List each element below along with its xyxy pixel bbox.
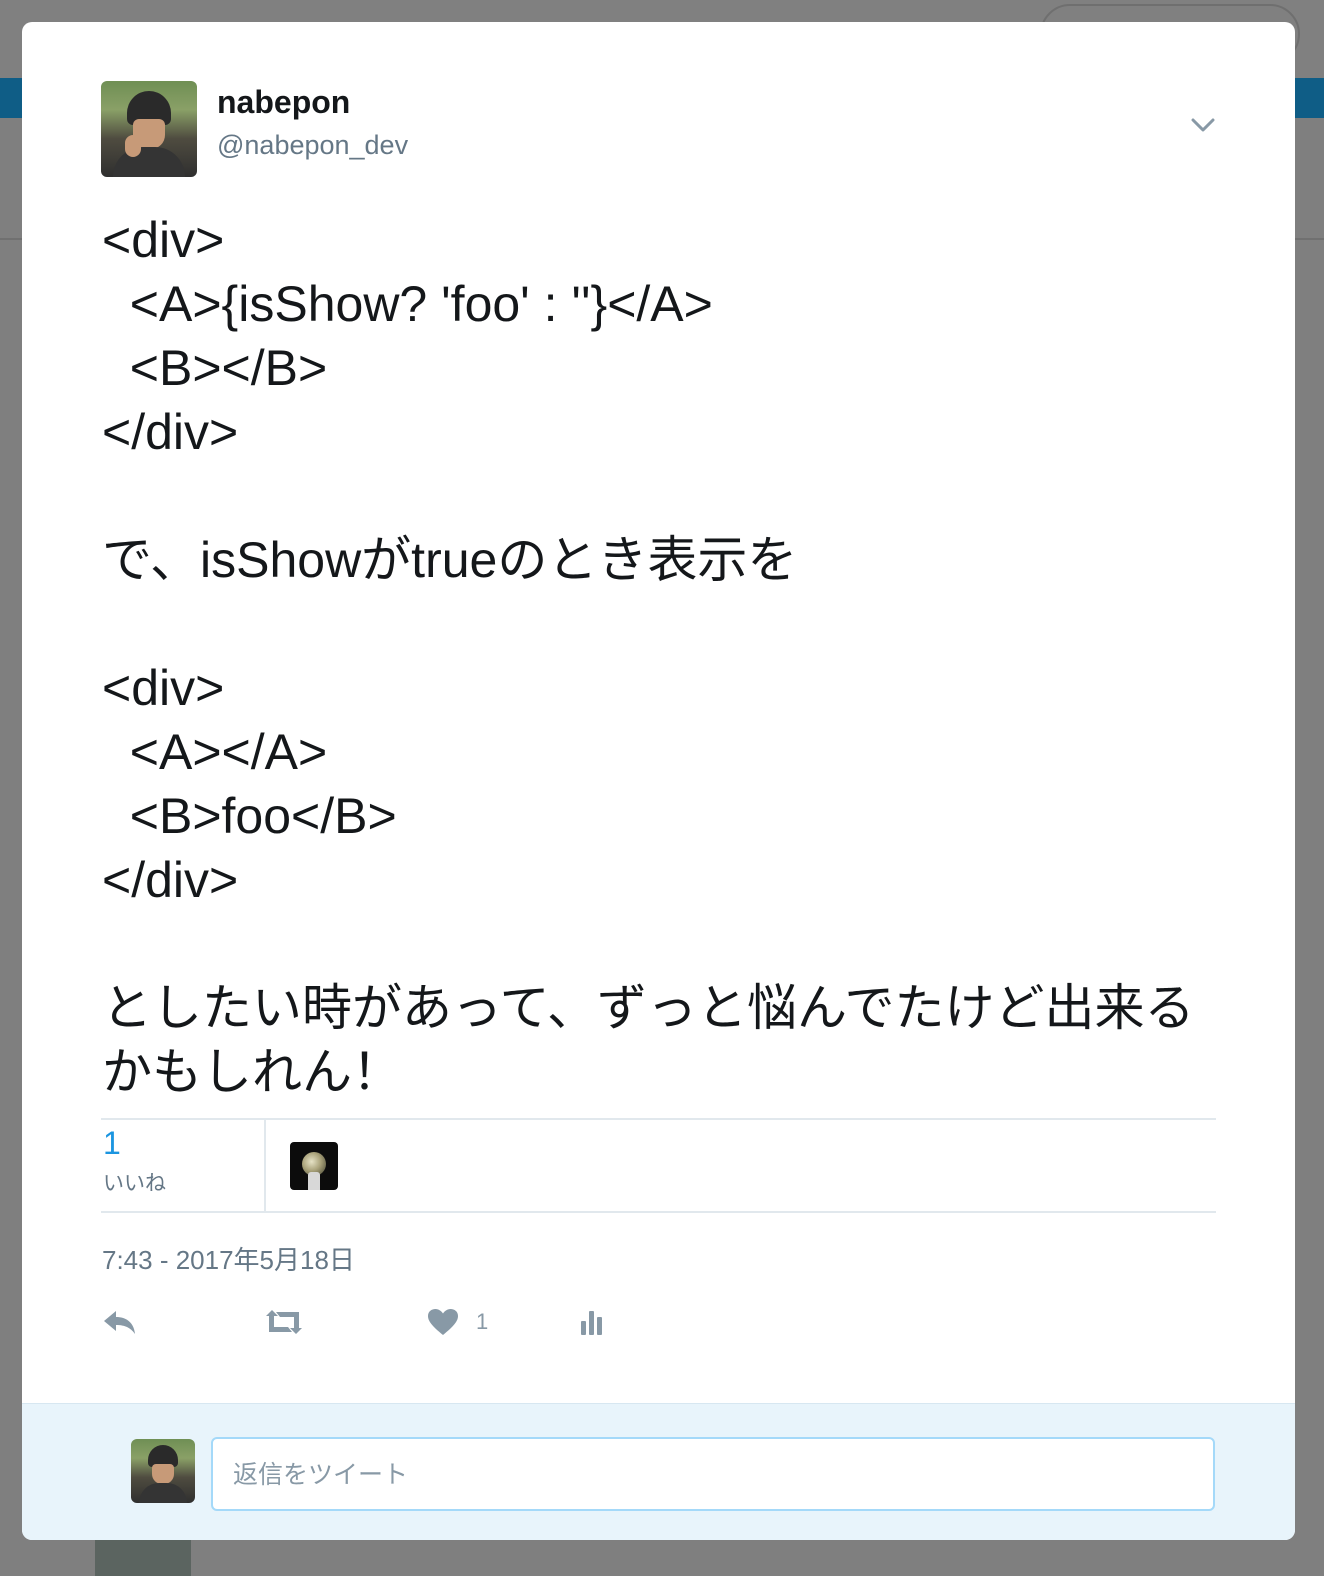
retweet-icon [266,1310,302,1334]
reply-icon [104,1311,135,1334]
reply-button[interactable] [102,1304,138,1340]
heart-icon [428,1309,458,1335]
author-handle[interactable]: @nabepon_dev [217,130,408,161]
reply-composer [22,1403,1295,1540]
analytics-button[interactable] [578,1304,606,1340]
retweet-button[interactable] [262,1304,306,1340]
author-display-name[interactable]: nabepon [217,84,350,121]
tweet-timestamp[interactable]: 7:43 - 2017年5月18日 [102,1240,355,1277]
likes-count[interactable]: 1 [103,1125,121,1162]
current-user-avatar [131,1439,195,1503]
author-avatar[interactable] [101,81,197,177]
analytics-icon [581,1311,602,1335]
like-button[interactable]: 1 [426,1304,488,1340]
stats-divider-bottom [101,1211,1216,1213]
tweet-text: <div> <A>{isShow? 'foo' : ''}</A> <B></B… [102,212,1195,1100]
reply-input[interactable] [211,1437,1215,1511]
liker-avatar[interactable] [290,1142,338,1190]
tweet-stats: 1 いいね [101,1119,1216,1211]
tweet-permalink-modal: nabepon @nabepon_dev <div> <A>{isShow? '… [22,22,1295,1540]
chevron-down-icon[interactable] [1186,112,1220,138]
like-count: 1 [476,1309,489,1334]
likes-label[interactable]: いいね [103,1167,166,1197]
stats-separator [264,1119,266,1211]
